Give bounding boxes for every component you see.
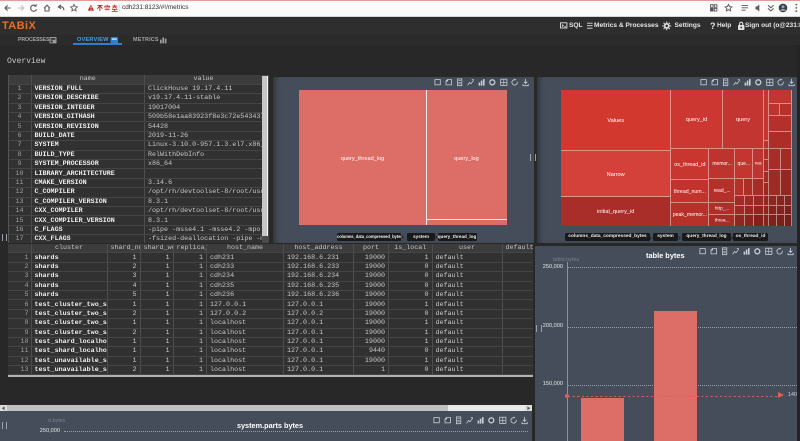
svg-text:?: ? xyxy=(710,21,716,31)
